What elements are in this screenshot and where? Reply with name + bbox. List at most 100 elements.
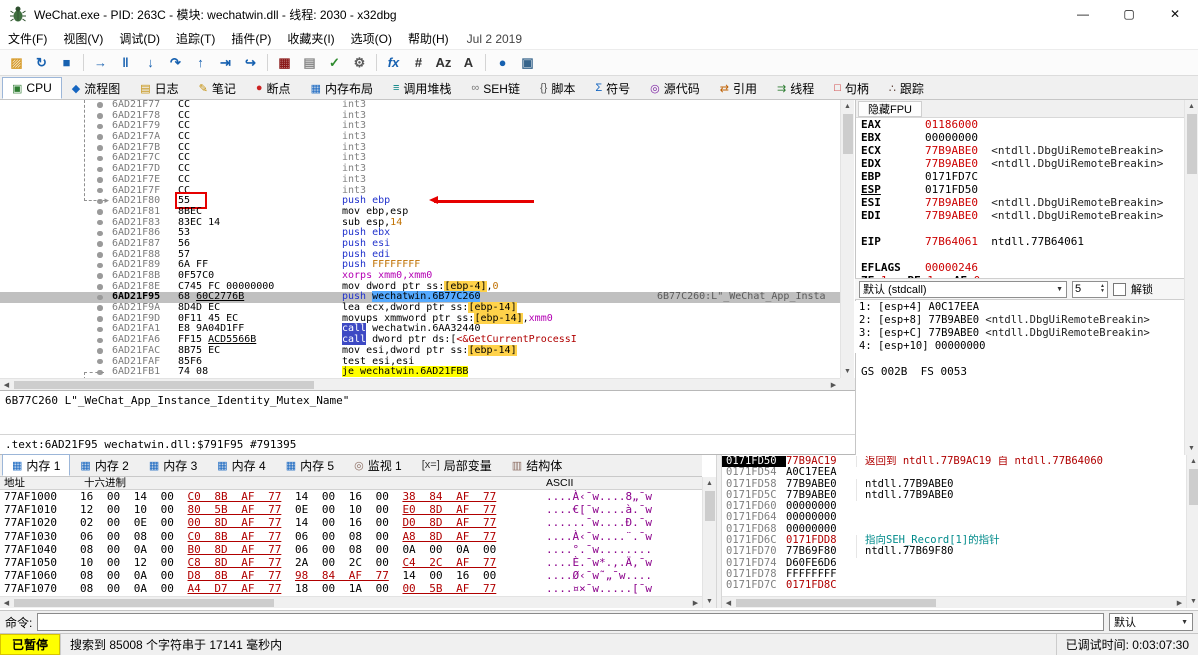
tab-cpu[interactable]: ▣ CPU bbox=[2, 77, 62, 99]
tab-dump-1[interactable]: ▦ 内存 1 bbox=[2, 454, 71, 476]
step-into-button[interactable]: ↓ bbox=[138, 52, 163, 74]
register-row[interactable]: ECX 77B9ABE0 <ntdll.DbgUiRemoteBreakin> bbox=[856, 144, 1185, 157]
disassembly-vscrollbar[interactable]: ▲ ▼ bbox=[840, 100, 854, 378]
open-file-button[interactable]: ▨ bbox=[4, 52, 29, 74]
register-row[interactable]: EDX 77B9ABE0 <ntdll.DbgUiRemoteBreakin> bbox=[856, 157, 1185, 170]
dump-vscrollbar[interactable]: ▲ ▼ bbox=[702, 477, 716, 608]
spin-down-icon[interactable]: ▼ bbox=[1100, 289, 1105, 294]
tab-dump-2[interactable]: ▦ 内存 2 bbox=[70, 454, 138, 476]
argument-row[interactable]: 2: [esp+8] 77B9ABE0 <ntdll.DbgUiRemoteBr… bbox=[855, 314, 1184, 327]
scroll-thumb[interactable] bbox=[736, 599, 936, 607]
unlock-checkbox[interactable] bbox=[1113, 282, 1126, 296]
register-row[interactable]: EBP 0171FD7C bbox=[856, 170, 1185, 183]
tab-dump-4[interactable]: ▦ 内存 4 bbox=[207, 454, 275, 476]
tab-log[interactable]: ▤ 日志 bbox=[130, 77, 188, 99]
dump-hscrollbar[interactable]: ◀ ▶ bbox=[0, 596, 702, 608]
dump-row[interactable]: 77AF1020 02 00 0E 00 00 8D AF 77 14 00 16… bbox=[0, 516, 702, 529]
scroll-down-icon[interactable]: ▼ bbox=[703, 595, 716, 608]
dump-row[interactable]: 77AF1060 08 00 0A 00 D8 8B AF 77 98 84 AF… bbox=[0, 569, 702, 582]
register-row[interactable]: EAX 01186000 bbox=[856, 118, 1185, 131]
tab-handles[interactable]: □ 句柄 bbox=[824, 77, 879, 99]
argument-count-stepper[interactable]: 5 ▲ ▼ bbox=[1072, 280, 1108, 298]
command-input[interactable] bbox=[37, 613, 1104, 631]
hash-button[interactable]: # bbox=[406, 52, 431, 74]
scroll-up-icon[interactable]: ▲ bbox=[703, 477, 716, 490]
scroll-thumb[interactable] bbox=[1187, 114, 1197, 174]
tab-watch-1[interactable]: ◎ 监视 1 bbox=[344, 454, 412, 476]
font-button[interactable]: Az bbox=[431, 52, 456, 74]
tab-struct[interactable]: ▥ 结构体 bbox=[502, 454, 572, 476]
scroll-right-icon[interactable]: ▶ bbox=[1173, 597, 1186, 609]
menu-item-trace[interactable]: 追踪(T) bbox=[168, 28, 223, 49]
menu-item-file[interactable]: 文件(F) bbox=[0, 28, 55, 49]
trace-record-button[interactable]: ▦ bbox=[272, 52, 297, 74]
tab-symbols[interactable]: Σ 符号 bbox=[585, 77, 640, 99]
log-window-button[interactable]: ▤ bbox=[297, 52, 322, 74]
scroll-down-icon[interactable]: ▼ bbox=[841, 365, 854, 378]
disasm-row[interactable]: 6AD21F7E CC int3 bbox=[0, 174, 840, 186]
register-row[interactable]: EIP 77B64061 ntdll.77B64061 bbox=[856, 235, 1185, 248]
tab-dump-3[interactable]: ▦ 内存 3 bbox=[139, 454, 207, 476]
menu-item-options[interactable]: 选项(O) bbox=[343, 28, 400, 49]
dump-row[interactable]: 77AF1070 08 00 0A 00 A4 D7 AF 77 18 00 1A… bbox=[0, 582, 702, 595]
hide-fpu-button[interactable]: 隐藏FPU bbox=[858, 100, 922, 117]
argument-row[interactable]: 1: [esp+4] A0C17EEA bbox=[855, 301, 1184, 314]
highlight-button[interactable]: A bbox=[456, 52, 481, 74]
step-out-button[interactable]: ↑ bbox=[188, 52, 213, 74]
tab-threads[interactable]: ⇉ 线程 bbox=[767, 77, 824, 99]
scroll-up-icon[interactable]: ▲ bbox=[841, 100, 854, 113]
scroll-up-icon[interactable]: ▲ bbox=[1185, 100, 1198, 113]
stack-row[interactable]: 0171FD70 77B69F80 ntdll.77B69F80 bbox=[722, 546, 1186, 558]
tab-graph[interactable]: ◆ 流程图 bbox=[62, 77, 130, 99]
scroll-thumb[interactable] bbox=[705, 491, 715, 521]
tab-locals[interactable]: [x=] 局部变量 bbox=[412, 454, 502, 476]
stepper-arrows[interactable]: ▲ ▼ bbox=[1100, 284, 1105, 294]
scroll-thumb[interactable] bbox=[843, 114, 853, 154]
tab-seh[interactable]: ∞ SEH链 bbox=[461, 77, 530, 99]
scroll-thumb[interactable] bbox=[14, 381, 314, 389]
tab-source[interactable]: ◎ 源代码 bbox=[640, 77, 710, 99]
registers-vscrollbar[interactable]: ▲ ▼ bbox=[1184, 100, 1198, 455]
tab-references[interactable]: ⇄ 引用 bbox=[710, 77, 767, 99]
restart-button[interactable]: ↻ bbox=[29, 52, 54, 74]
scroll-left-icon[interactable]: ◀ bbox=[0, 597, 13, 609]
menu-item-favourites[interactable]: 收藏夹(I) bbox=[279, 28, 342, 49]
skip-button[interactable]: ↪ bbox=[238, 52, 263, 74]
system-button[interactable]: ▣ bbox=[515, 52, 540, 74]
breakpoint-toggle-button[interactable]: ● bbox=[490, 52, 515, 74]
argument-row[interactable]: 4: [esp+10] 00000000 bbox=[855, 340, 1184, 353]
patches-button[interactable]: ✓ bbox=[322, 52, 347, 74]
register-row[interactable]: GS 002B FS 0053 bbox=[856, 365, 1185, 378]
menu-item-debug[interactable]: 调试(D) bbox=[111, 28, 168, 49]
register-row[interactable]: ESP 0171FD50 bbox=[856, 183, 1185, 196]
close-button[interactable]: ✕ bbox=[1152, 0, 1198, 28]
tab-memory-map[interactable]: ▦ 内存布局 bbox=[301, 77, 383, 99]
disasm-row[interactable]: 6AD21FB1 74 08 je wechatwin.6AD21FBB bbox=[0, 366, 840, 378]
menu-item-view[interactable]: 视图(V) bbox=[55, 28, 111, 49]
dump-row[interactable]: 77AF1010 12 00 10 00 80 5B AF 77 0E 00 10… bbox=[0, 503, 702, 516]
tab-dump-5[interactable]: ▦ 内存 5 bbox=[276, 454, 344, 476]
scroll-right-icon[interactable]: ▶ bbox=[689, 597, 702, 609]
dump-row[interactable]: 77AF1030 06 00 08 00 C0 8B AF 77 06 00 08… bbox=[0, 530, 702, 543]
run-button[interactable]: → bbox=[88, 52, 113, 74]
dump-row[interactable]: 77AF1040 08 00 0A 00 B0 8D AF 77 06 00 08… bbox=[0, 543, 702, 556]
tab-trace-tab[interactable]: ∴ 跟踪 bbox=[879, 77, 934, 99]
minimize-button[interactable]: — bbox=[1060, 0, 1106, 28]
stack-view[interactable]: 0171FD50 77B9AC19 返回到 ntdll.77B9AC19 自 ntd… bbox=[722, 456, 1186, 595]
dump-row[interactable]: 77AF1050 10 00 12 00 C8 8D AF 77 2A 00 2C… bbox=[0, 556, 702, 569]
scroll-thumb[interactable] bbox=[14, 599, 274, 607]
disassembly-hscrollbar[interactable]: ◀ ▶ bbox=[0, 378, 840, 390]
menu-item-help[interactable]: 帮助(H) bbox=[400, 28, 457, 49]
argument-row[interactable]: 3: [esp+C] 77B9ABE0 <ntdll.DbgUiRemoteBr… bbox=[855, 327, 1184, 340]
menu-item-plugins[interactable]: 插件(P) bbox=[223, 28, 279, 49]
register-row[interactable]: EDI 77B9ABE0 <ntdll.DbgUiRemoteBreakin> bbox=[856, 209, 1185, 222]
run-to-cursor-button[interactable]: ⇥ bbox=[213, 52, 238, 74]
register-row[interactable]: EFLAGS 00000246 bbox=[856, 261, 1185, 274]
disassembly-view[interactable]: 6AD21F77 CC int3 6AD21F78 CC int3 6AD21F79 CC in… bbox=[0, 100, 840, 378]
stack-vscrollbar[interactable]: ▲ ▼ bbox=[1186, 455, 1198, 608]
calling-convention-select[interactable]: 默认 (stdcall) ▼ bbox=[859, 280, 1067, 298]
stack-row[interactable]: 0171FD54 A0C17EEA bbox=[722, 466, 1186, 478]
dump-row[interactable]: 77AF1000 16 00 14 00 C0 8B AF 77 14 00 16… bbox=[0, 490, 702, 503]
step-over-button[interactable]: ↷ bbox=[163, 52, 188, 74]
scroll-left-icon[interactable]: ◀ bbox=[722, 597, 735, 609]
